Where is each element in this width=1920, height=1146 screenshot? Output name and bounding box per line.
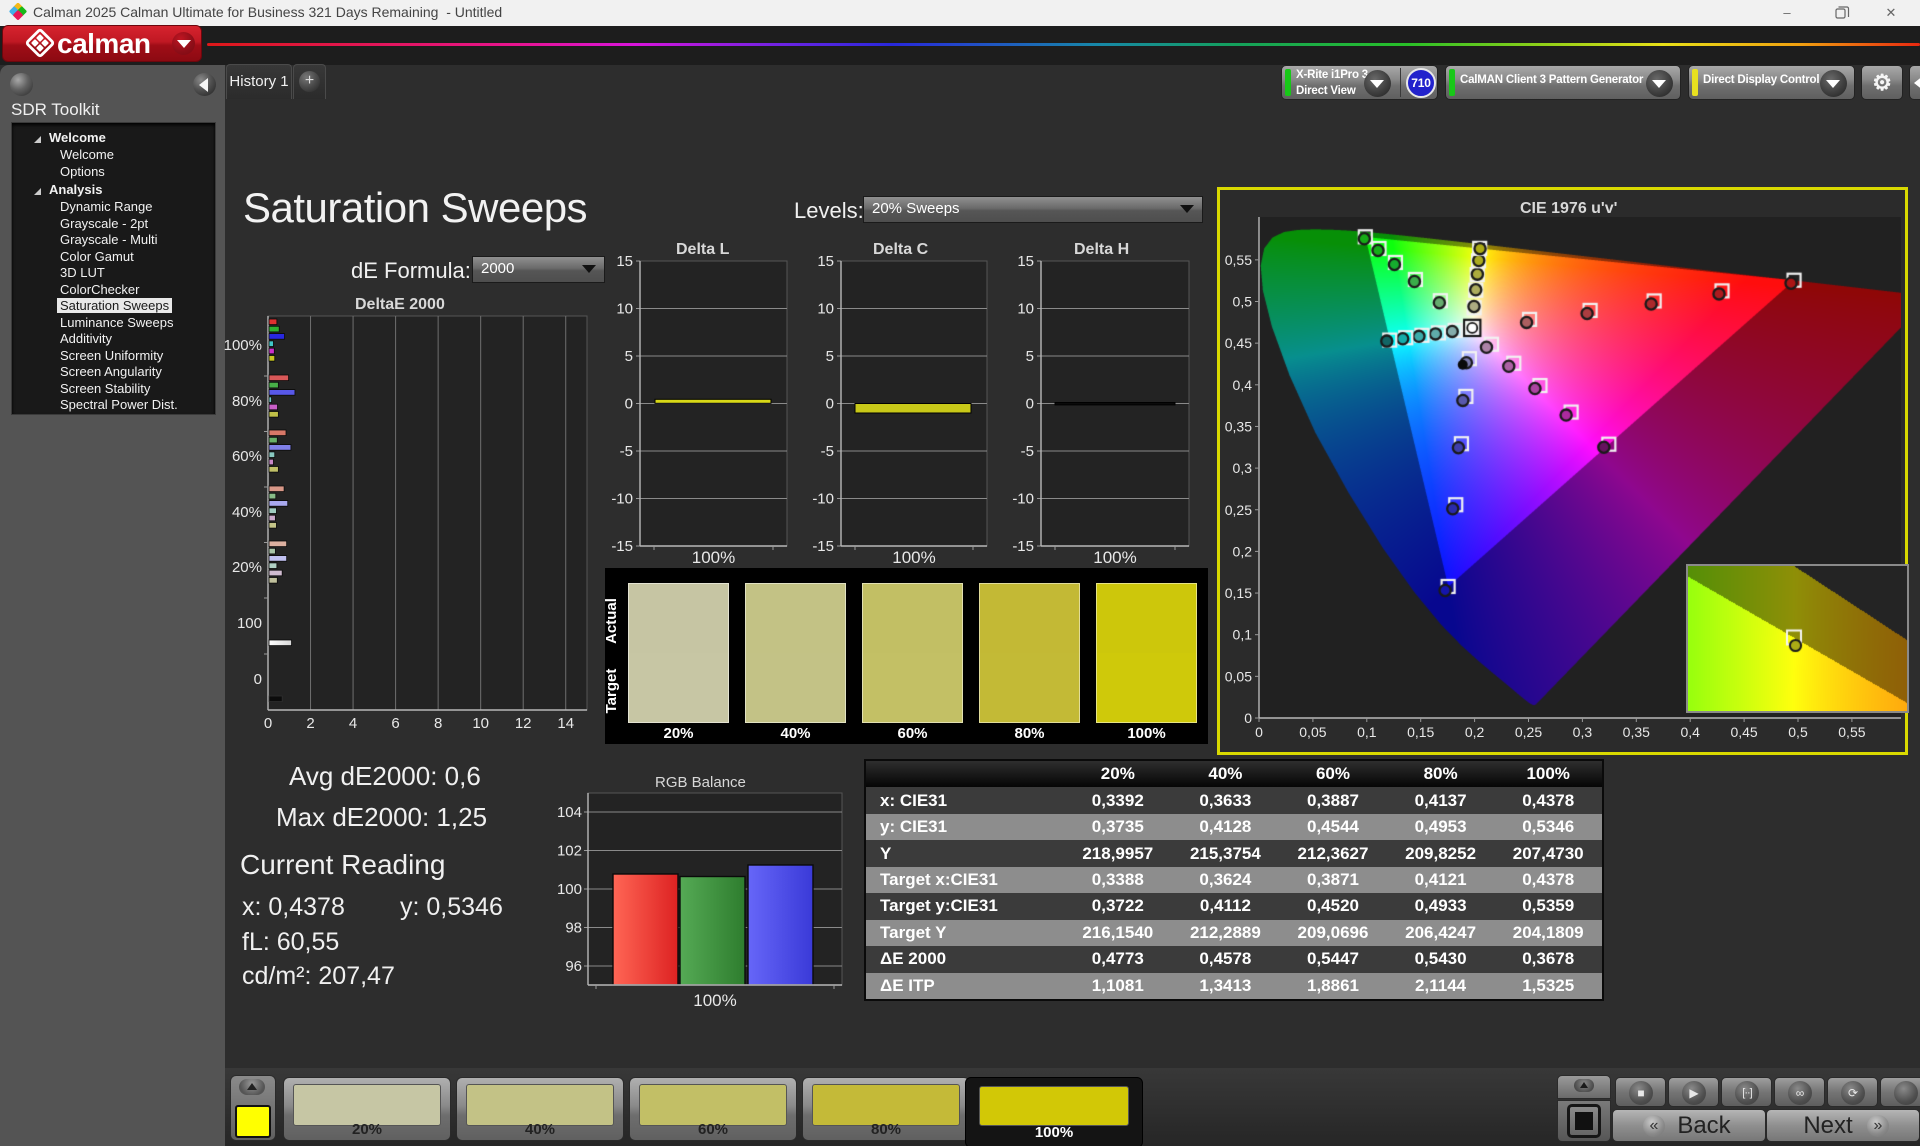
svg-text:0,05: 0,05 [1225, 668, 1252, 684]
svg-text:80%: 80% [232, 393, 262, 410]
svg-text:-15: -15 [611, 538, 633, 555]
svg-text:calman: calman [57, 28, 151, 59]
svg-text:0: 0 [1026, 396, 1034, 413]
svg-text:96: 96 [565, 958, 582, 975]
svg-text:100%: 100% [224, 337, 262, 354]
svg-text:0: 0 [254, 671, 262, 688]
svg-text:0: 0 [1255, 724, 1263, 740]
svg-text:0,2: 0,2 [1233, 543, 1253, 559]
svg-text:0,05: 0,05 [1299, 724, 1326, 740]
svg-text:0,55: 0,55 [1838, 724, 1865, 740]
svg-text:0: 0 [826, 396, 834, 413]
svg-text:104: 104 [557, 804, 582, 821]
svg-text:-10: -10 [1012, 491, 1034, 508]
svg-text:0,55: 0,55 [1225, 252, 1252, 268]
svg-text:-5: -5 [821, 443, 834, 460]
svg-text:14: 14 [557, 715, 574, 732]
svg-text:0,35: 0,35 [1225, 418, 1252, 434]
svg-text:2: 2 [306, 715, 314, 732]
svg-text:10: 10 [616, 301, 633, 318]
svg-text:15: 15 [1017, 255, 1034, 270]
svg-text:102: 102 [557, 843, 582, 860]
svg-text:0,4: 0,4 [1233, 377, 1253, 393]
svg-text:100%: 100% [693, 991, 736, 1010]
svg-text:4: 4 [349, 715, 357, 732]
svg-text:5: 5 [826, 348, 834, 365]
svg-text:100%: 100% [1093, 548, 1136, 567]
svg-text:0: 0 [1244, 710, 1252, 726]
svg-text:0,3: 0,3 [1573, 724, 1593, 740]
svg-text:0: 0 [625, 396, 633, 413]
svg-text:100%: 100% [692, 548, 735, 567]
svg-text:0,1: 0,1 [1357, 724, 1377, 740]
svg-text:20%: 20% [232, 559, 262, 576]
svg-text:-10: -10 [812, 491, 834, 508]
svg-text:10: 10 [472, 715, 489, 732]
svg-text:15: 15 [817, 255, 834, 270]
svg-text:0,5: 0,5 [1233, 294, 1253, 310]
svg-text:0,15: 0,15 [1225, 585, 1252, 601]
svg-text:0,4: 0,4 [1680, 724, 1700, 740]
svg-text:0,45: 0,45 [1730, 724, 1757, 740]
svg-text:15: 15 [616, 255, 633, 270]
svg-text:8: 8 [434, 715, 442, 732]
svg-text:0,25: 0,25 [1515, 724, 1542, 740]
svg-text:0,35: 0,35 [1623, 724, 1650, 740]
svg-text:5: 5 [625, 348, 633, 365]
svg-text:0,15: 0,15 [1407, 724, 1434, 740]
svg-text:0,5: 0,5 [1788, 724, 1808, 740]
svg-text:100%: 100% [892, 548, 935, 567]
svg-text:12: 12 [515, 715, 532, 732]
svg-text:0,45: 0,45 [1225, 335, 1252, 351]
svg-text:6: 6 [391, 715, 399, 732]
svg-text:-15: -15 [1012, 538, 1034, 555]
svg-text:0: 0 [264, 715, 272, 732]
svg-text:-5: -5 [620, 443, 633, 460]
svg-text:98: 98 [565, 920, 582, 937]
svg-text:10: 10 [1017, 301, 1034, 318]
svg-text:0,25: 0,25 [1225, 502, 1252, 518]
svg-text:10: 10 [817, 301, 834, 318]
svg-text:60%: 60% [232, 448, 262, 465]
svg-text:5: 5 [1026, 348, 1034, 365]
svg-text:0,3: 0,3 [1233, 460, 1253, 476]
svg-text:-15: -15 [812, 538, 834, 555]
svg-text:-5: -5 [1021, 443, 1034, 460]
svg-text:0,1: 0,1 [1233, 627, 1253, 643]
svg-text:100: 100 [557, 881, 582, 898]
svg-text:-10: -10 [611, 491, 633, 508]
svg-text:40%: 40% [232, 504, 262, 521]
svg-text:100: 100 [237, 615, 262, 632]
svg-text:0,2: 0,2 [1465, 724, 1485, 740]
